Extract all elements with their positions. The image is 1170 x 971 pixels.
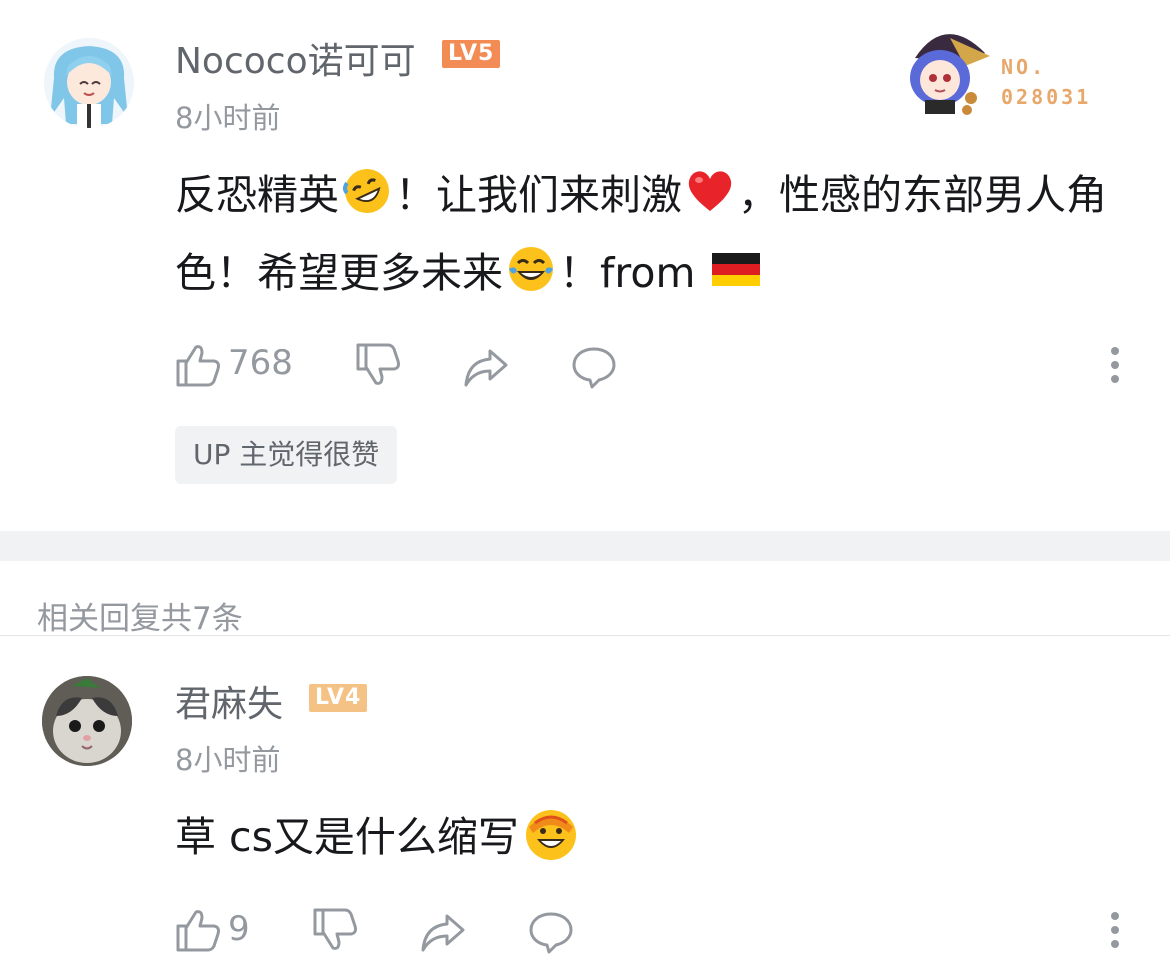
fan-badge-label: NO.: [1001, 55, 1047, 79]
comment-text-2: ！让我们来刺激: [395, 171, 682, 219]
reply-avatar[interactable]: [42, 676, 132, 766]
red-heart-emoji-icon: [688, 171, 732, 211]
like-count: 768: [228, 343, 293, 383]
reply-timestamp: 8小时前: [175, 743, 281, 777]
reply-share-icon[interactable]: [419, 908, 467, 956]
fan-badge-avatar-icon: [910, 34, 990, 115]
reply-content: 草 cs又是什么缩写: [175, 798, 1135, 876]
rofl-emoji-icon: [343, 169, 389, 213]
like-icon[interactable]: [174, 341, 222, 389]
replies-header: 相关回复共7条: [37, 601, 243, 637]
username[interactable]: Nococo诺可可: [175, 32, 416, 84]
up-liked-tag: UP 主觉得很赞: [175, 426, 398, 484]
tears-of-joy-emoji-icon: [509, 247, 553, 291]
reply-like-icon[interactable]: [174, 906, 222, 954]
laughing-cover-face-emoji-icon: [525, 810, 576, 860]
timestamp: 8小时前: [175, 101, 281, 135]
section-divider: [0, 531, 1170, 561]
comment-reply-icon[interactable]: [570, 343, 618, 391]
germany-flag-emoji-icon: [712, 253, 761, 286]
reply-like-count: 9: [228, 909, 250, 949]
reply-username[interactable]: 君麻失: [175, 675, 283, 727]
avatar[interactable]: [44, 38, 134, 128]
level-badge: LV5: [442, 40, 501, 68]
fan-badge[interactable]: NO. 028031: [895, 18, 1095, 118]
reply-comment-icon[interactable]: [527, 908, 575, 956]
reply-dislike-icon[interactable]: [311, 906, 359, 954]
share-icon[interactable]: [462, 343, 510, 391]
fan-badge-number: 028031: [1001, 85, 1092, 109]
dislike-icon[interactable]: [354, 341, 402, 389]
comment-content: 反恐精英 ！让我们来刺激 ，性感的东部男人角色！希望更多未来 ！from: [175, 156, 1135, 312]
reply-text: 草 cs又是什么缩写: [175, 813, 519, 861]
reply-level-badge: LV4: [309, 684, 368, 712]
comment-text-1: 反恐精英: [175, 171, 339, 219]
reply-more-options-icon[interactable]: [1110, 912, 1120, 954]
divider-line: [0, 635, 1170, 636]
comment-text-4: ！from: [559, 249, 709, 297]
more-options-icon[interactable]: [1110, 347, 1120, 389]
